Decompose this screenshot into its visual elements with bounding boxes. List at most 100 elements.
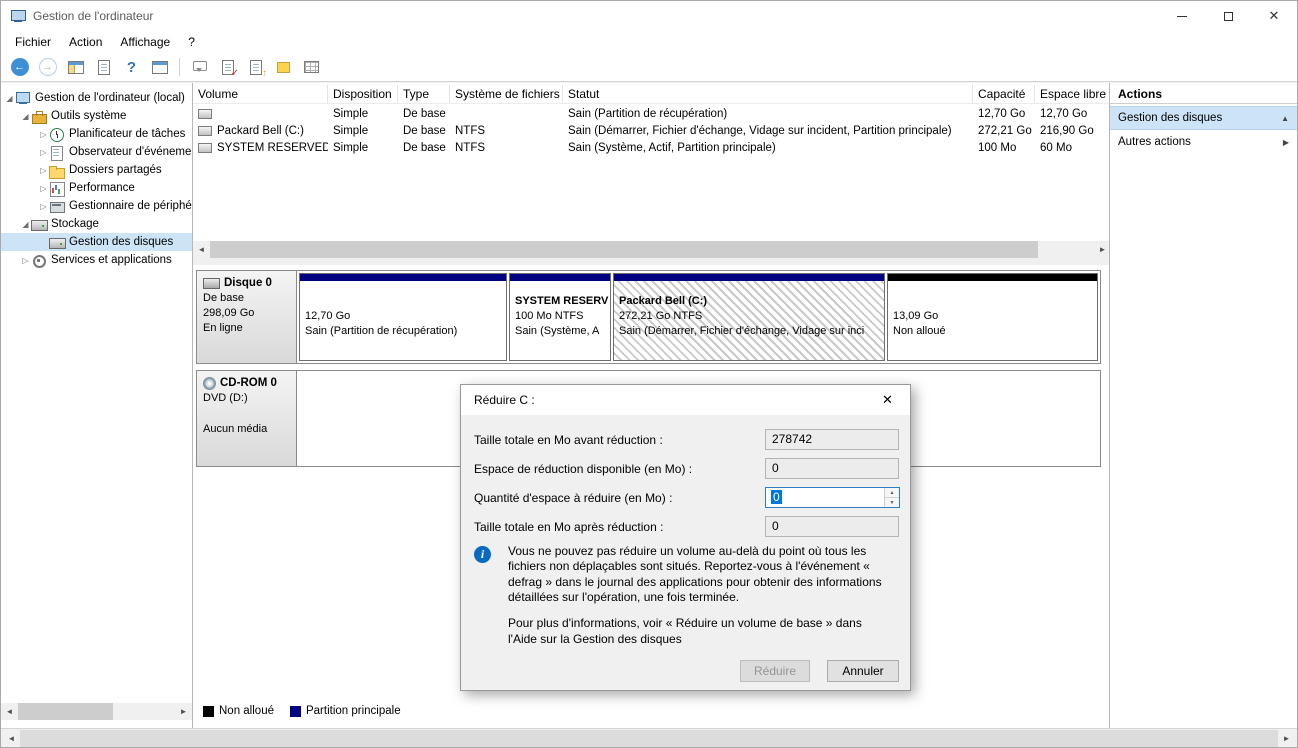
sidebar-item-task-scheduler[interactable]: ▷ Planificateur de tâches bbox=[1, 125, 192, 143]
partition-unallocated[interactable]: 13,09 Go Non alloué bbox=[887, 273, 1098, 361]
console-tree-icon bbox=[67, 60, 84, 74]
column-header-statut[interactable]: Statut bbox=[563, 85, 973, 103]
chevron-right-icon[interactable]: ▶ bbox=[1283, 138, 1289, 147]
window-title: Gestion de l'ordinateur bbox=[33, 9, 154, 23]
sidebar-item-device-manager[interactable]: ▷ Gestionnaire de périphé bbox=[1, 197, 192, 215]
cancel-button[interactable]: Annuler bbox=[827, 660, 899, 682]
table-row-packard-bell-c[interactable]: Packard Bell (C:) Simple De base NTFS Sa… bbox=[193, 122, 1111, 139]
shrink-amount-input[interactable]: 0 ▲ ▼ bbox=[765, 487, 900, 508]
before-size-label: Taille totale en Mo avant réduction : bbox=[474, 432, 663, 447]
primary-partition-legend-swatch bbox=[289, 705, 301, 717]
menu-help[interactable]: ? bbox=[179, 32, 204, 52]
scroll-right-button[interactable]: ► bbox=[1278, 730, 1295, 747]
shared-folder-icon bbox=[49, 164, 65, 179]
column-header-espace-libre[interactable]: Espace libre bbox=[1035, 85, 1111, 103]
info-icon: i bbox=[474, 546, 491, 563]
close-button[interactable]: ✕ bbox=[1251, 1, 1297, 31]
minimize-button[interactable] bbox=[1159, 1, 1205, 31]
column-header-capacite[interactable]: Capacité bbox=[973, 85, 1035, 103]
collapsed-arrow-icon[interactable]: ▷ bbox=[38, 202, 49, 211]
menu-fichier[interactable]: Fichier bbox=[6, 32, 60, 52]
volume-table-header: Volume Disposition Type Système de fichi… bbox=[193, 85, 1111, 104]
maximize-button[interactable] bbox=[1205, 1, 1251, 31]
collapsed-arrow-icon[interactable]: ▷ bbox=[38, 130, 49, 139]
column-header-disposition[interactable]: Disposition bbox=[328, 85, 398, 103]
partition-system-reserved[interactable]: SYSTEM RESERV 100 Mo NTFS Sain (Système,… bbox=[509, 273, 611, 361]
toolbar: ← → ? ✓ ↑ bbox=[1, 53, 1297, 82]
table-row-system-reserved[interactable]: SYSTEM RESERVED Simple De base NTFS Sain… bbox=[193, 139, 1111, 156]
column-header-type[interactable]: Type bbox=[398, 85, 450, 103]
back-button[interactable]: ← bbox=[7, 56, 32, 79]
collapsed-arrow-icon[interactable]: ▷ bbox=[20, 256, 31, 265]
spin-down-button[interactable]: ▼ bbox=[885, 498, 899, 507]
action-menu-button[interactable] bbox=[187, 56, 212, 79]
legend: Non alloué Partition principale bbox=[203, 705, 401, 717]
partition-color-bar bbox=[510, 274, 610, 281]
actions-title: Actions bbox=[1110, 83, 1297, 104]
help-text: Pour plus d'informations, voir « Réduire… bbox=[508, 616, 862, 646]
sidebar-item-services-applications[interactable]: ▷ Services et applications bbox=[1, 251, 192, 269]
event-log-icon bbox=[49, 145, 65, 161]
sidebar-item-computer-management[interactable]: ◢ Gestion de l'ordinateur (local) bbox=[1, 89, 192, 107]
sidebar-item-event-viewer[interactable]: ▷ Observateur d'événemen bbox=[1, 143, 192, 161]
spin-up-button[interactable]: ▲ bbox=[885, 488, 899, 498]
scrollbar-thumb[interactable] bbox=[210, 241, 1038, 258]
before-size-field: 278742 bbox=[765, 429, 899, 450]
expanded-arrow-icon[interactable]: ◢ bbox=[20, 220, 31, 229]
volume-icon bbox=[198, 125, 212, 136]
show-action-pane-button[interactable] bbox=[147, 56, 172, 79]
performance-chart-icon bbox=[49, 181, 65, 197]
scrollbar-thumb[interactable] bbox=[20, 730, 1278, 747]
collapsed-arrow-icon[interactable]: ▷ bbox=[38, 166, 49, 175]
reduce-button[interactable]: Réduire bbox=[740, 660, 810, 682]
after-size-field: 0 bbox=[765, 516, 899, 537]
view-options-button[interactable] bbox=[299, 56, 324, 79]
sidebar-item-performance[interactable]: ▷ Performance bbox=[1, 179, 192, 197]
cdrom-header[interactable]: CD-ROM 0 DVD (D:) Aucun média bbox=[197, 371, 297, 466]
collapsed-arrow-icon[interactable]: ▷ bbox=[38, 148, 49, 157]
dialog-close-button[interactable]: ✕ bbox=[865, 385, 910, 414]
menubar: Fichier Action Affichage ? bbox=[1, 31, 1297, 53]
table-row-recovery[interactable]: Simple De base Sain (Partition de récupé… bbox=[193, 105, 1111, 122]
partition-color-bar bbox=[614, 274, 884, 281]
check-volume-button[interactable]: ✓ bbox=[215, 56, 240, 79]
scroll-left-button[interactable]: ◄ bbox=[3, 730, 20, 747]
console-tree-panel: ◢ Gestion de l'ordinateur (local) ◢ Outi… bbox=[1, 83, 193, 728]
available-shrink-label: Espace de réduction disponible (en Mo) : bbox=[474, 461, 693, 476]
sidebar-item-storage[interactable]: ◢ Stockage bbox=[1, 215, 192, 233]
column-header-volume[interactable]: Volume bbox=[193, 85, 328, 103]
column-header-filesystem[interactable]: Système de fichiers bbox=[450, 85, 563, 103]
window-horizontal-scrollbar[interactable]: ◄ ► bbox=[1, 728, 1297, 747]
toolbar-separator bbox=[179, 58, 180, 76]
export-list-icon bbox=[97, 59, 110, 75]
expanded-arrow-icon[interactable]: ◢ bbox=[4, 94, 15, 103]
actions-section-disk-management[interactable]: Gestion des disques ▲ bbox=[1110, 106, 1297, 130]
partition-c-selected[interactable]: Packard Bell (C:) 272,21 Go NTFS Sain (D… bbox=[613, 273, 885, 361]
show-console-tree-button[interactable] bbox=[63, 56, 88, 79]
sidebar-item-shared-folders[interactable]: ▷ Dossiers partagés bbox=[1, 161, 192, 179]
scroll-right-button[interactable]: ► bbox=[175, 703, 192, 720]
favorites-button[interactable] bbox=[271, 56, 296, 79]
expanded-arrow-icon[interactable]: ◢ bbox=[20, 112, 31, 121]
sidebar-item-disk-management[interactable]: Gestion des disques bbox=[1, 233, 192, 251]
available-shrink-field: 0 bbox=[765, 458, 899, 479]
help-button[interactable]: ? bbox=[119, 56, 144, 79]
tree-horizontal-scrollbar[interactable]: ◄ ► bbox=[1, 703, 192, 720]
pane-splitter[interactable] bbox=[193, 258, 1111, 265]
menu-action[interactable]: Action bbox=[60, 32, 111, 52]
partition-recovery[interactable]: 12,70 Go Sain (Partition de récupération… bbox=[299, 273, 507, 361]
chevron-up-icon[interactable]: ▲ bbox=[1281, 114, 1289, 123]
collapsed-arrow-icon[interactable]: ▷ bbox=[38, 184, 49, 193]
export-list-button[interactable] bbox=[91, 56, 116, 79]
scroll-left-button[interactable]: ◄ bbox=[1, 703, 18, 720]
menu-affichage[interactable]: Affichage bbox=[111, 32, 179, 52]
forward-button[interactable]: → bbox=[35, 56, 60, 79]
actions-item-autres-actions[interactable]: Autres actions ▶ bbox=[1110, 130, 1297, 154]
sidebar-item-system-tools[interactable]: ◢ Outils système bbox=[1, 107, 192, 125]
scroll-left-button[interactable]: ◄ bbox=[193, 241, 210, 258]
extend-volume-button[interactable]: ↑ bbox=[243, 56, 268, 79]
minimize-icon bbox=[1177, 15, 1187, 17]
scrollbar-thumb[interactable] bbox=[18, 703, 113, 720]
volume-list-horizontal-scrollbar[interactable]: ◄ ► bbox=[193, 241, 1111, 258]
disk0-header[interactable]: Disque 0 De base 298,09 Go En ligne bbox=[197, 271, 297, 363]
